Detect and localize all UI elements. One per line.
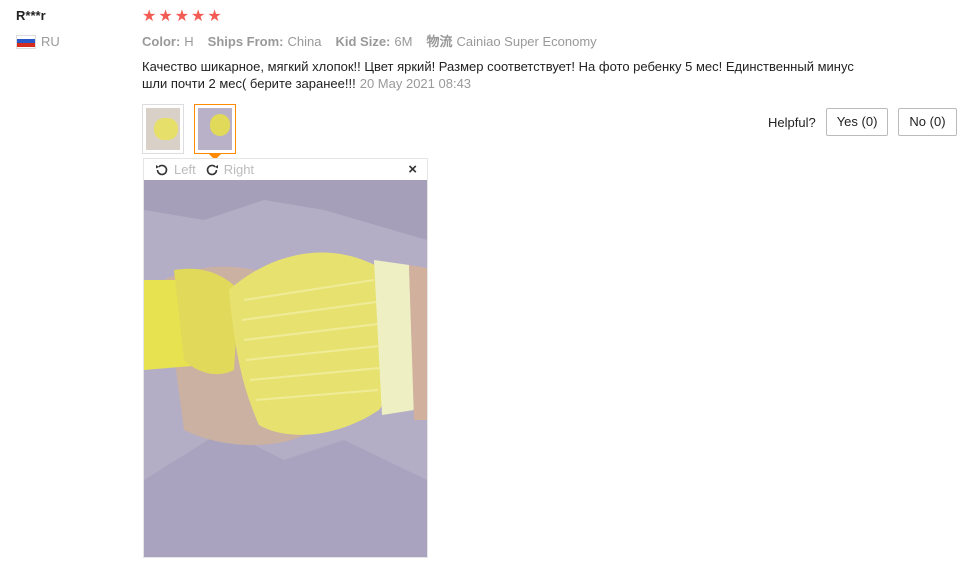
rotate-left-button[interactable]: Left (154, 162, 196, 178)
helpful-vote: Helpful? Yes (0) No (0) (768, 108, 957, 136)
color-detail: Color: H (142, 34, 194, 49)
helpful-label: Helpful? (768, 114, 816, 130)
photo-thumbnail-selected[interactable] (194, 104, 236, 160)
reviewer-info: R***r RU (16, 8, 136, 49)
review-photo-large (144, 180, 427, 557)
order-details: Color: H Ships From: China Kid Size: 6M 物流 C… (142, 32, 962, 52)
rotate-left-icon (156, 164, 168, 175)
kid-size-detail: Kid Size: 6M (335, 34, 413, 49)
rating-stars: ★ ★ ★ ★ ★ (142, 8, 962, 26)
review-date: 20 May 2021 08:43 (359, 76, 472, 91)
photo-thumbnail[interactable] (142, 104, 184, 154)
star-icon: ★ (158, 8, 173, 25)
russia-flag-icon (16, 34, 36, 49)
viewer-toolbar: Left Right × (144, 159, 427, 180)
ships-from-detail: Ships From: China (207, 34, 322, 49)
rotate-right-icon (206, 164, 218, 175)
baby-photo-image (144, 180, 427, 557)
logistics-detail: 物流 Cainiao Super Economy (426, 34, 597, 49)
rotate-right-button[interactable]: Right (204, 162, 254, 178)
rotate-left-label: Left (174, 162, 196, 177)
review-text: Качество шикарное, мягкий хлопок!! Цвет … (142, 58, 862, 92)
close-icon[interactable]: × (408, 161, 417, 178)
rotate-right-label: Right (223, 162, 255, 177)
helpful-no-button[interactable]: No (0) (898, 108, 957, 136)
helpful-yes-button[interactable]: Yes (0) (825, 108, 889, 136)
star-icon: ★ (174, 8, 190, 25)
reviewer-name: R***r (16, 8, 46, 23)
reviewer-country: RU (16, 34, 136, 49)
star-icon: ★ (207, 8, 222, 25)
review-content: Качество шикарное, мягкий хлопок!! Цвет … (142, 59, 854, 91)
country-code: RU (41, 34, 60, 49)
star-icon: ★ (142, 8, 157, 25)
photo-viewer: Left Right × (143, 158, 428, 558)
star-icon: ★ (191, 8, 206, 25)
